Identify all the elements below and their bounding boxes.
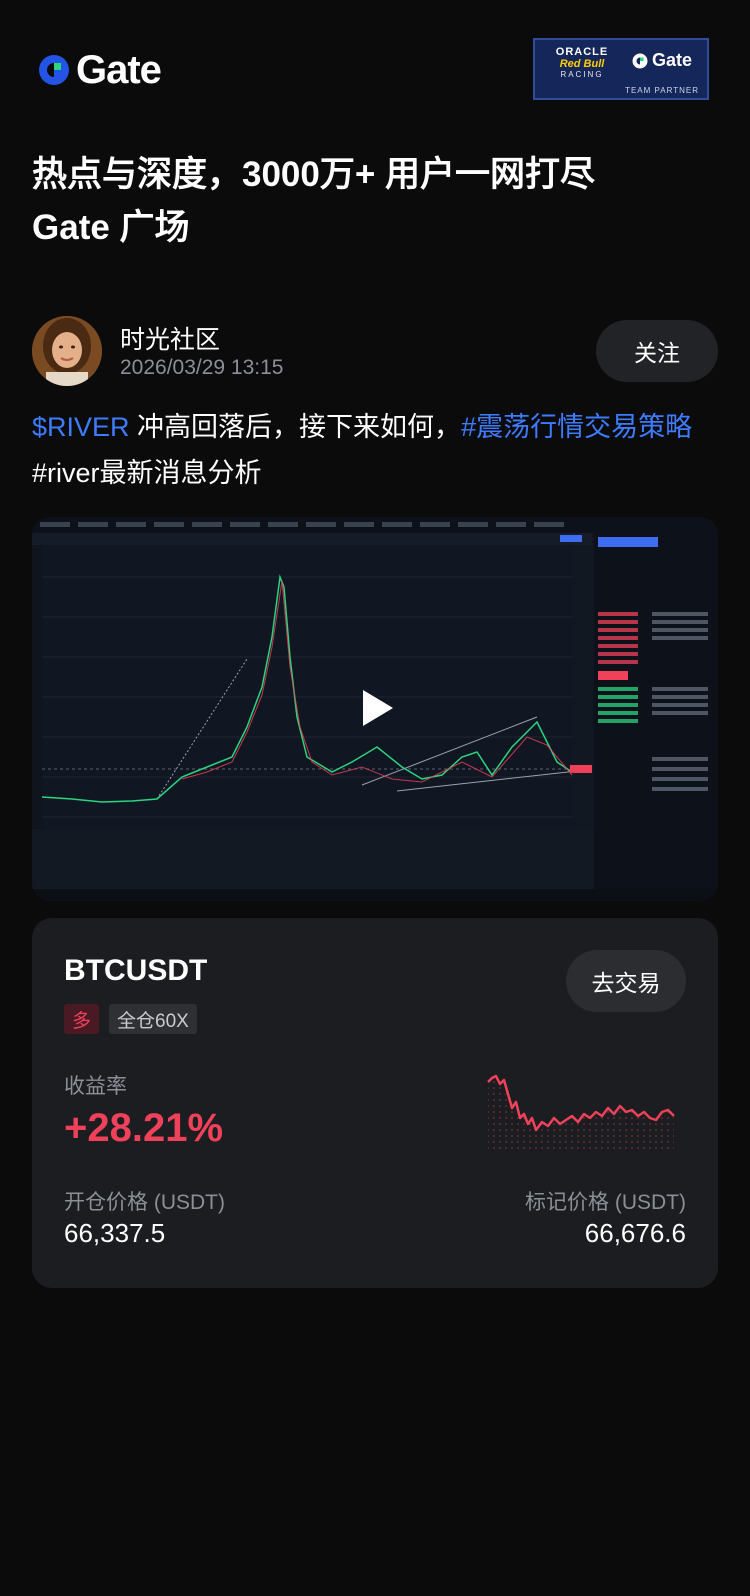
play-button[interactable] <box>350 681 404 735</box>
author-name[interactable]: 时光社区 <box>120 320 220 356</box>
open-price-value: 66,337.5 <box>64 1218 166 1248</box>
ticker-link[interactable]: $RIVER <box>32 412 130 442</box>
gate-logo[interactable]: Gate <box>36 48 162 92</box>
avatar-image <box>32 316 102 386</box>
racing-wordmark: RACING <box>560 70 604 79</box>
hashtag-link[interactable]: #震荡行情交易策略 <box>461 412 692 442</box>
go-trade-button[interactable]: 去交易 <box>566 950 686 1012</box>
position-badges: 多 全仓60X <box>64 1004 197 1034</box>
open-price-label: 开仓价格 (USDT) <box>64 1191 225 1214</box>
price-sparkline <box>487 1074 675 1152</box>
partner-tag: TEAM PARTNER <box>625 86 699 95</box>
avatar[interactable] <box>32 316 102 386</box>
page-headline: 热点与深度，3000万+ 用户一网打尽 Gate 广场 <box>32 148 722 254</box>
video-thumbnail[interactable] <box>32 517 718 901</box>
roi-value: +28.21% <box>64 1106 224 1150</box>
mark-price-value: 66,676.6 <box>584 1218 686 1248</box>
side-badge: 多 <box>64 1004 100 1034</box>
oracle-wordmark: ORACLE <box>555 46 609 58</box>
headline-line-1: 热点与深度，3000万+ 用户一网打尽 <box>32 155 596 194</box>
team-partner-banner: ORACLE Red Bull RACING Gate TEAM PARTNER <box>533 38 709 100</box>
partner-gate-wordmark: Gate <box>652 50 693 70</box>
post-text-segment: 冲高回落后，接下来如何， <box>129 412 462 442</box>
mark-price-label: 标记价格 (USDT) <box>525 1191 686 1214</box>
post-text-segment: #river最新消息分析 <box>32 458 262 488</box>
headline-line-2: Gate 广场 <box>32 208 190 247</box>
gate-logo-icon <box>39 55 69 85</box>
follow-button[interactable]: 关注 <box>596 320 718 382</box>
play-icon <box>363 690 393 726</box>
author-row: 时光社区 2026/03/29 13:15 关注 <box>32 316 718 386</box>
post-timestamp: 2026/03/29 13:15 <box>120 356 284 379</box>
roi-label: 收益率 <box>64 1075 127 1098</box>
gate-partner-icon <box>632 53 648 68</box>
position-card[interactable]: BTCUSDT 去交易 多 全仓60X 收益率 +28.21% 开仓价格 (US… <box>32 918 718 1288</box>
post-text: $RIVER 冲高回落后，接下来如何，#震荡行情交易策略 #river最新消息分… <box>32 404 722 496</box>
trading-pair: BTCUSDT <box>64 954 208 987</box>
margin-mode-badge: 全仓60X <box>109 1004 197 1034</box>
app-header: Gate ORACLE Red Bull RACING Gate TEAM PA… <box>0 0 750 140</box>
redbull-wordmark: Red Bull <box>559 58 605 70</box>
logo-text: Gate <box>76 48 162 92</box>
